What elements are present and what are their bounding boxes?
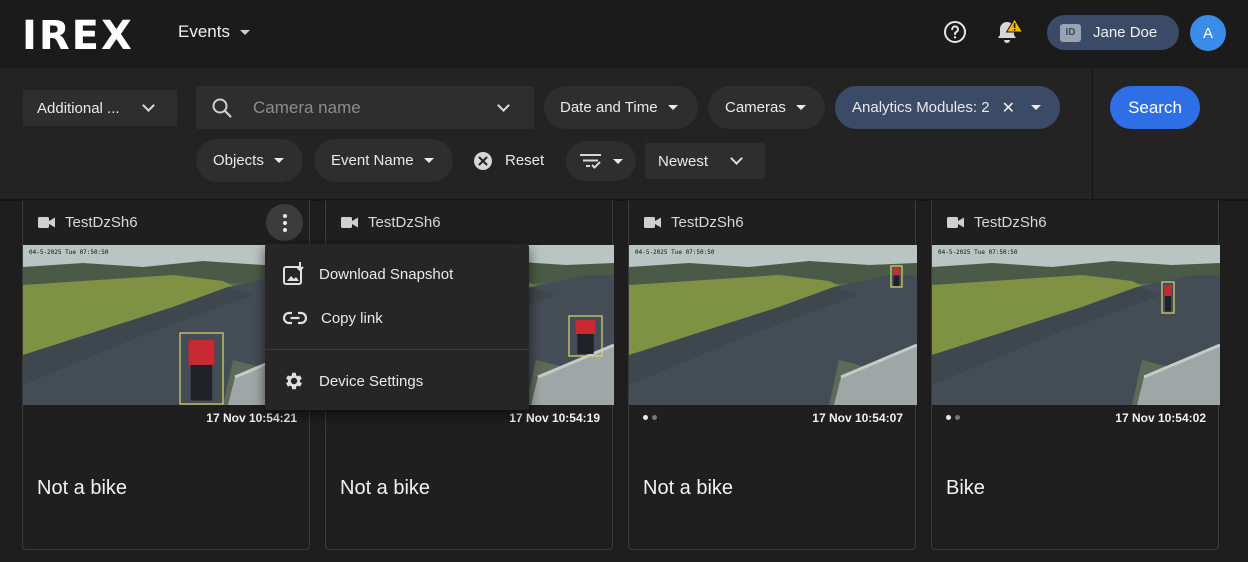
caret-down-icon: [239, 29, 250, 35]
card-camera-name: TestDzSh6: [368, 214, 441, 231]
events-nav-menu[interactable]: Events: [178, 22, 250, 42]
search-button[interactable]: Search: [1110, 86, 1200, 129]
pager-dot[interactable]: [652, 415, 657, 420]
event-name-filter[interactable]: Event Name: [314, 139, 453, 182]
filter-divider: [1092, 68, 1093, 201]
camera-icon: [947, 217, 964, 228]
event-title: Not a bike: [643, 477, 734, 499]
camera-icon: [644, 217, 661, 228]
event-card[interactable]: TestDzSh6 04-5-2025 Tue 07:50:50 17 Nov …: [628, 200, 917, 550]
event-snapshot[interactable]: 04-5-2025 Tue 07:50:50: [629, 245, 917, 405]
event-title: Not a bike: [340, 477, 431, 499]
caret-down-icon: [1030, 105, 1041, 110]
user-menu-button[interactable]: ID Jane Doe: [1047, 15, 1179, 50]
event-card[interactable]: TestDzSh6 04-5-2025 Tue 07:50:50 17 Nov …: [931, 200, 1220, 550]
menu-divider: [265, 349, 529, 350]
caret-down-icon: [667, 105, 678, 110]
card-camera-name: TestDzSh6: [671, 214, 744, 231]
copy-link-menu-item[interactable]: Copy link: [265, 298, 529, 338]
copy-link-label: Copy link: [321, 309, 383, 327]
card-header: TestDzSh6: [326, 200, 612, 245]
event-title: Not a bike: [37, 477, 128, 499]
caret-down-icon: [273, 158, 284, 163]
chevron-down-icon[interactable]: [497, 98, 510, 112]
download-snapshot-label: Download Snapshot: [319, 265, 454, 283]
date-time-label: Date and Time: [560, 99, 658, 116]
event-timestamp: 17 Nov 10:54:07: [812, 411, 903, 425]
clear-icon[interactable]: ✕: [1002, 98, 1015, 118]
pager-dot-active[interactable]: [946, 415, 951, 420]
date-time-filter[interactable]: Date and Time: [544, 86, 698, 129]
reset-label: Reset: [505, 152, 545, 169]
camera-name-input[interactable]: Camera name: [253, 98, 493, 118]
card-camera-name: TestDzSh6: [974, 214, 1047, 231]
caret-down-icon: [795, 105, 806, 110]
event-timestamp: 17 Nov 10:54:19: [509, 411, 600, 425]
search-icon: [212, 98, 232, 118]
kebab-menu-icon[interactable]: [266, 204, 303, 241]
objects-filter[interactable]: Objects: [196, 139, 303, 182]
event-timestamp: 17 Nov 10:54:02: [1115, 411, 1206, 425]
card-context-menu: Download Snapshot Copy link Device Setti…: [265, 244, 529, 410]
image-pager-dots[interactable]: [643, 415, 657, 420]
device-settings-menu-item[interactable]: Device Settings: [265, 361, 529, 401]
camera-icon: [38, 217, 55, 228]
event-timestamp: 17 Nov 10:54:21: [206, 411, 297, 425]
reset-button[interactable]: Reset: [466, 139, 556, 182]
user-name: Jane Doe: [1093, 24, 1158, 41]
bell-icon[interactable]: [994, 18, 1024, 46]
analytics-modules-label: Analytics Modules: 2: [852, 99, 990, 116]
sort-order-select[interactable]: Newest: [645, 143, 765, 179]
gear-icon: [286, 372, 302, 390]
pager-dot-active[interactable]: [643, 415, 648, 420]
analytics-modules-filter[interactable]: Analytics Modules: 2 ✕: [835, 86, 1060, 129]
avatar[interactable]: A: [1190, 15, 1226, 51]
help-icon[interactable]: [943, 20, 967, 44]
svg-text:04-5-2025 Tue 07:50:50: 04-5-2025 Tue 07:50:50: [635, 249, 715, 256]
event-title: Bike: [946, 477, 985, 499]
card-header: TestDzSh6: [629, 200, 915, 245]
caret-down-icon: [613, 158, 623, 164]
camera-name-combobox[interactable]: Camera name: [196, 86, 534, 129]
additional-filters-label: Additional ...: [37, 99, 120, 117]
camera-icon: [341, 217, 358, 228]
cameras-filter[interactable]: Cameras: [708, 86, 825, 129]
event-snapshot[interactable]: 04-5-2025 Tue 07:50:50: [932, 245, 1220, 405]
card-camera-name: TestDzSh6: [65, 214, 138, 231]
sort-options-button[interactable]: [566, 141, 636, 181]
events-nav-label: Events: [178, 22, 230, 41]
event-name-label: Event Name: [331, 152, 414, 169]
filter-sort-icon: [580, 154, 601, 169]
download-snapshot-menu-item[interactable]: Download Snapshot: [265, 254, 529, 294]
chevron-down-icon: [730, 152, 743, 165]
svg-text:04-5-2025 Tue 07:50:50: 04-5-2025 Tue 07:50:50: [938, 249, 1018, 256]
additional-filters-select[interactable]: Additional ...: [23, 90, 177, 126]
svg-text:04-5-2025 Tue 07:50:50: 04-5-2025 Tue 07:50:50: [29, 249, 109, 256]
card-header: TestDzSh6: [932, 200, 1218, 245]
caret-down-icon: [423, 158, 434, 163]
chevron-down-icon: [141, 99, 155, 112]
download-snapshot-icon: [283, 262, 304, 285]
device-settings-label: Device Settings: [319, 372, 424, 390]
objects-label: Objects: [213, 152, 264, 169]
cameras-label: Cameras: [725, 99, 786, 116]
sort-order-label: Newest: [658, 152, 709, 170]
close-circle-icon: [474, 151, 492, 170]
irex-logo[interactable]: IREX: [22, 13, 134, 59]
id-badge-icon: ID: [1060, 23, 1081, 42]
image-pager-dots[interactable]: [946, 415, 960, 420]
pager-dot[interactable]: [955, 415, 960, 420]
link-icon: [283, 311, 307, 325]
